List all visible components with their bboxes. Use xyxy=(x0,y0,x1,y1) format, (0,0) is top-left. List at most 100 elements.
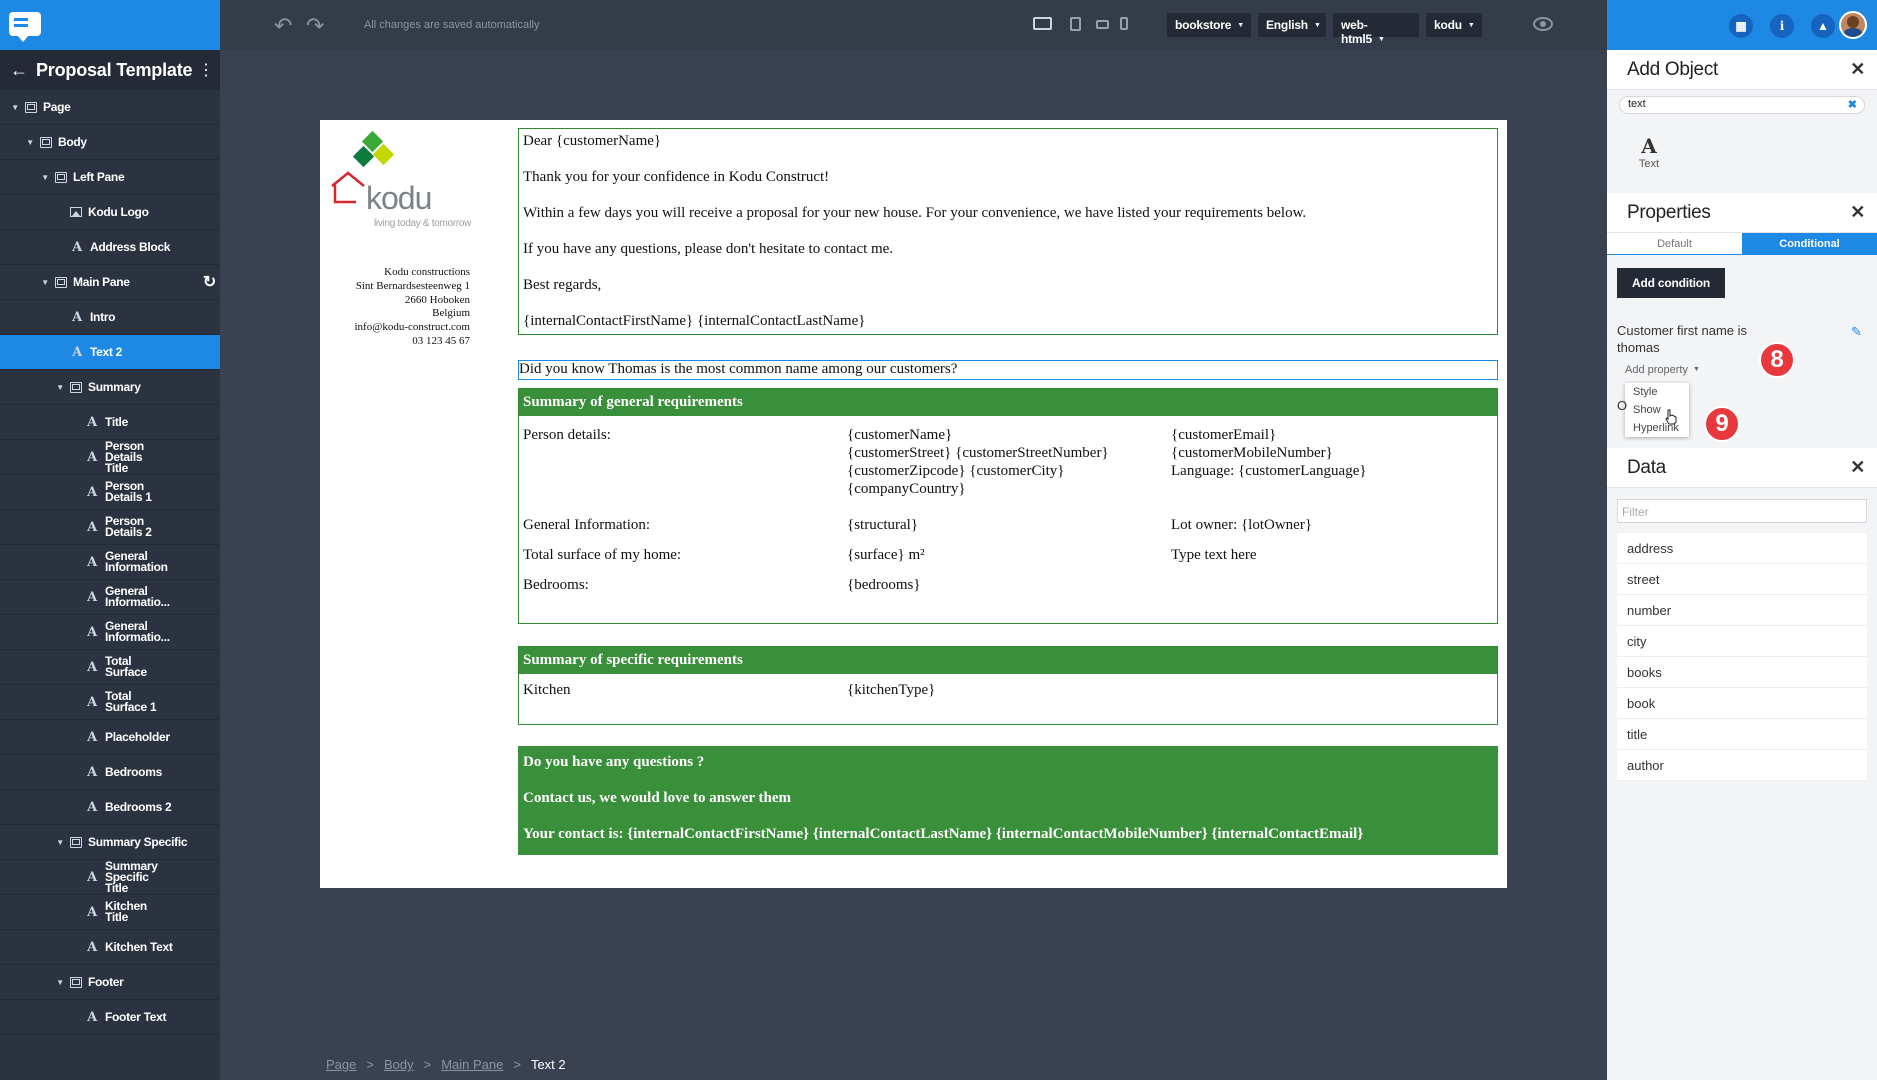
apps-grid-icon[interactable]: ▦ xyxy=(1729,14,1753,38)
tree-item-label: Page xyxy=(43,99,71,114)
data-field-item[interactable]: address xyxy=(1617,533,1867,564)
app-logo-icon[interactable] xyxy=(9,12,41,42)
tree-item[interactable]: A Text 2 xyxy=(0,335,220,370)
back-arrow-icon[interactable]: ← xyxy=(10,60,36,81)
language-dropdown[interactable]: English ▼ xyxy=(1258,13,1326,37)
data-field-list: address street number city books book title aut… xyxy=(1617,533,1867,781)
undo-icon[interactable]: ↶ xyxy=(274,13,292,39)
address-line: 03 123 45 67 xyxy=(412,334,470,347)
menu-item-style[interactable]: Style xyxy=(1625,383,1689,401)
close-icon[interactable]: ✕ xyxy=(1850,59,1865,80)
tree-item[interactable]: A Bedrooms xyxy=(0,755,220,790)
data-filter-input[interactable]: Filter xyxy=(1617,499,1867,523)
house-outline-icon xyxy=(331,171,365,204)
menu-item-show[interactable]: Show xyxy=(1625,401,1689,419)
footer-block[interactable]: Do you have any questions ? Contact us, w… xyxy=(518,746,1498,855)
tree-item[interactable]: A Person Details 1 xyxy=(0,475,220,510)
tree-item[interactable]: A Summary Specific Title xyxy=(0,860,220,895)
tree-item[interactable]: A Footer Text xyxy=(0,1000,220,1035)
tree-item[interactable]: A General Informatio... xyxy=(0,580,220,615)
breadcrumb-item[interactable]: Body xyxy=(384,1057,414,1072)
caret-down-icon[interactable]: ▼ xyxy=(40,278,50,287)
tablet-landscape-view-icon[interactable] xyxy=(1096,20,1109,29)
caret-down-icon[interactable]: ▼ xyxy=(10,103,20,112)
right-panel: ▦ i ▲ Add Object ✕ text ✖ A Text Propert… xyxy=(1607,0,1877,1080)
tree-item[interactable]: ▼ Left Pane xyxy=(0,160,220,195)
data-field-item[interactable]: city xyxy=(1617,626,1867,657)
tree-item[interactable]: A Placeholder xyxy=(0,720,220,755)
caret-down-icon[interactable]: ▼ xyxy=(55,838,65,847)
theme-dropdown[interactable]: kodu ▼ xyxy=(1426,13,1482,37)
caret-down-icon[interactable]: ▼ xyxy=(40,173,50,182)
tree-item[interactable]: Kodu Logo xyxy=(0,195,220,230)
intro-block[interactable]: Dear {customerName} Thank you for your co… xyxy=(518,128,1498,335)
person-detail-line: {companyCountry} xyxy=(847,481,966,497)
menu-item-hyperlink[interactable]: Hyperlink xyxy=(1625,419,1689,437)
more-options-icon[interactable]: ⋮ xyxy=(198,60,214,80)
tab-default[interactable]: Default xyxy=(1607,233,1742,254)
person-detail-line: {customerZipcode} {customerCity} xyxy=(847,463,1065,479)
bell-icon[interactable]: ▲ xyxy=(1811,14,1835,38)
preview-eye-icon[interactable] xyxy=(1533,17,1553,31)
tree-item[interactable]: ▼ Page xyxy=(0,90,220,125)
tab-conditional[interactable]: Conditional xyxy=(1742,233,1877,254)
tree-item[interactable]: ▼ Summary Specific xyxy=(0,825,220,860)
desktop-view-icon[interactable] xyxy=(1033,17,1052,30)
tree-item[interactable]: A Intro xyxy=(0,300,220,335)
person-details-label: Person details: xyxy=(523,427,611,443)
left-pane[interactable]: kodu living today & tomorrow Kodu constr… xyxy=(320,120,500,347)
tree-item[interactable]: A General Information xyxy=(0,545,220,580)
data-field-item[interactable]: author xyxy=(1617,750,1867,781)
summary-cell: Lot owner: {lotOwner} xyxy=(1171,517,1313,533)
text-2-block[interactable]: Did you know Thomas is the most common n… xyxy=(518,360,1498,380)
address-block[interactable]: Kodu constructions Sint Bernardsesteenweg… xyxy=(354,266,470,349)
data-field-item[interactable]: number xyxy=(1617,595,1867,626)
mobile-view-icon[interactable] xyxy=(1120,17,1128,30)
tree-item[interactable]: A Kitchen Text xyxy=(0,930,220,965)
tree-item-label: General Informatio... xyxy=(105,619,170,644)
avatar[interactable] xyxy=(1839,11,1867,39)
tree-item[interactable]: A Person Details 2 xyxy=(0,510,220,545)
data-field-item[interactable]: book xyxy=(1617,688,1867,719)
redo-icon[interactable]: ↷ xyxy=(306,13,324,39)
caret-down-icon[interactable]: ▼ xyxy=(55,383,65,392)
datasource-dropdown[interactable]: bookstore ▼ xyxy=(1167,13,1251,37)
tree-item[interactable]: ▼ Body xyxy=(0,125,220,160)
tree-item[interactable]: A Kitchen Title xyxy=(0,895,220,930)
data-field-item[interactable]: books xyxy=(1617,657,1867,688)
edit-pencil-icon[interactable]: ✎ xyxy=(1851,324,1862,340)
tree-item[interactable]: ▼ Footer xyxy=(0,965,220,1000)
tree-item[interactable]: ▼ Summary xyxy=(0,370,220,405)
close-icon[interactable]: ✕ xyxy=(1850,202,1865,223)
object-search-input[interactable]: text ✖ xyxy=(1619,96,1865,114)
tree-item[interactable]: A Total Surface xyxy=(0,650,220,685)
tree-item[interactable]: A Bedrooms 2 xyxy=(0,790,220,825)
text-type-icon: A xyxy=(87,414,97,430)
text-type-icon: A xyxy=(87,519,97,535)
data-field-item[interactable]: street xyxy=(1617,564,1867,595)
tree-item[interactable]: A Title xyxy=(0,405,220,440)
summary-general-block[interactable]: Summary of general requirements Person d… xyxy=(518,388,1498,624)
tree-item[interactable]: A Person Details Title xyxy=(0,440,220,475)
add-property-dropdown[interactable]: Add property ▼ xyxy=(1625,364,1700,376)
tree-item[interactable]: ▼ Main Pane ↻ xyxy=(0,265,220,300)
address-line: Belgium xyxy=(432,307,470,320)
refresh-icon[interactable]: ↻ xyxy=(203,272,216,292)
text-object-tile[interactable]: A Text xyxy=(1627,134,1671,170)
close-icon[interactable]: ✕ xyxy=(1850,457,1865,478)
info-icon[interactable]: i xyxy=(1770,14,1794,38)
data-field-item[interactable]: title xyxy=(1617,719,1867,750)
breadcrumb-item[interactable]: Page xyxy=(326,1057,356,1072)
tree-item[interactable]: A General Informatio... xyxy=(0,615,220,650)
tree-item[interactable]: A Address Block xyxy=(0,230,220,265)
caret-down-icon[interactable]: ▼ xyxy=(25,138,35,147)
tree-item[interactable]: A Total Surface 1 xyxy=(0,685,220,720)
clear-search-icon[interactable]: ✖ xyxy=(1848,98,1857,111)
kodu-logo[interactable]: kodu living today & tomorrow xyxy=(328,128,488,229)
add-condition-button[interactable]: Add condition xyxy=(1617,268,1726,298)
summary-specific-block[interactable]: Summary of specific requirements Kitchen… xyxy=(518,646,1498,725)
caret-down-icon[interactable]: ▼ xyxy=(55,978,65,987)
channel-dropdown[interactable]: web-html5 ▼ xyxy=(1333,13,1419,46)
breadcrumb-item[interactable]: Main Pane xyxy=(441,1057,503,1072)
tablet-view-icon[interactable] xyxy=(1070,17,1081,31)
